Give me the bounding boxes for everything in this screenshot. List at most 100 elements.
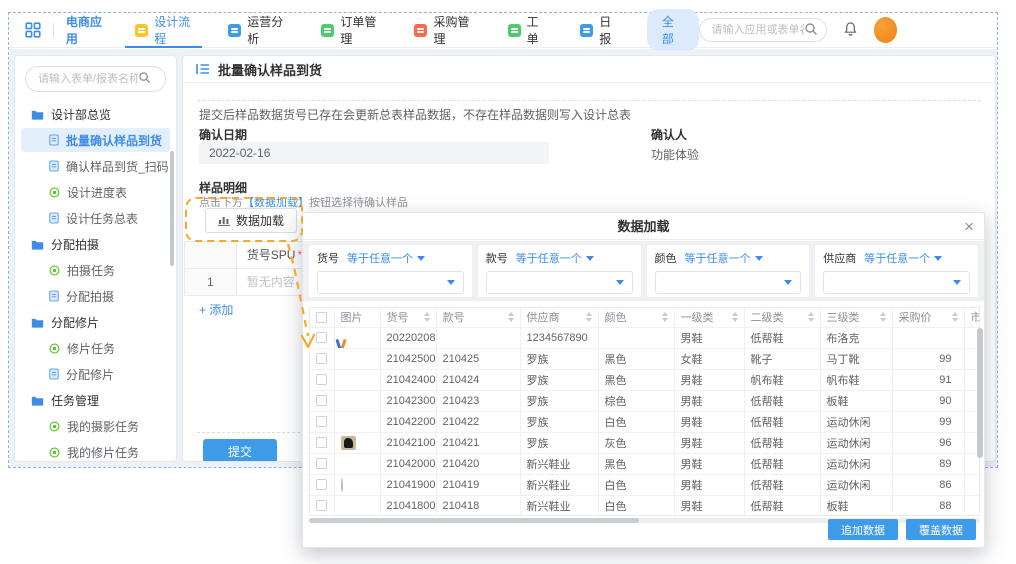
table-row[interactable]: 210421001210421罗族灰色男鞋低帮鞋运动休闲96 [310, 432, 980, 453]
apps-grid-icon[interactable] [25, 22, 41, 38]
row-checkbox[interactable] [316, 353, 327, 364]
sort-icon[interactable] [952, 312, 958, 322]
row-checkbox[interactable] [316, 479, 327, 490]
tab-design-process[interactable]: 设计流程 [135, 13, 192, 48]
sidebar-search[interactable] [25, 66, 166, 92]
sort-icon[interactable] [732, 312, 738, 322]
sidebar-item-design-task-summary[interactable]: 设计任务总表 [21, 206, 170, 230]
column-header-huohao[interactable]: 货号 [380, 308, 436, 327]
close-icon[interactable]: × [964, 215, 974, 239]
sidebar-item-design-dept-overview[interactable]: 设计部总览 [21, 102, 170, 126]
row-checkbox[interactable] [316, 437, 327, 448]
product-table: 图片 货号 款号 供应商 颜色 一级类 二级类 三级类 采购价 市场价 2022… [309, 307, 980, 516]
chevron-down-icon [586, 256, 594, 261]
sort-icon[interactable] [508, 312, 514, 322]
append-data-button[interactable]: 追加数据 [828, 519, 898, 540]
sidebar-item-assign-shooting[interactable]: 分配拍摄 [21, 232, 170, 256]
tab-label: 设计流程 [154, 13, 192, 47]
home-app-label[interactable]: 电商应用 [66, 13, 109, 47]
column-header-cat3[interactable]: 三级类 [820, 308, 892, 327]
select-all-checkbox[interactable] [316, 312, 327, 323]
search-icon[interactable] [804, 22, 818, 39]
topbar-search[interactable] [699, 18, 827, 42]
row-checkbox[interactable] [316, 332, 327, 343]
tab-label: 采购管理 [433, 13, 471, 47]
sidebar-item-assign-shooting-form[interactable]: 分配拍摄 [21, 284, 170, 308]
row-checkbox[interactable] [316, 500, 327, 511]
search-icon[interactable] [138, 71, 151, 87]
user-avatar[interactable] [874, 17, 897, 43]
tab-purchase-management[interactable]: 采购管理 [414, 13, 471, 48]
table-vertical-scrollbar[interactable] [977, 328, 983, 458]
topbar-search-input[interactable] [712, 24, 804, 36]
column-header-purchase-price[interactable]: 采购价 [892, 308, 964, 327]
filter-value-select[interactable] [823, 271, 970, 294]
sidebar-item-my-retouch-tasks[interactable]: 我的修片任务 [21, 440, 170, 462]
table-row[interactable]: 210425001210425罗族黑色女鞋靴子马丁靴99 [310, 348, 980, 369]
filter-value-select[interactable] [655, 271, 802, 294]
chevron-down-icon [616, 280, 624, 285]
sidebar-item-task-management[interactable]: 任务管理 [21, 388, 170, 412]
sidebar-item-retouch-task[interactable]: 修片任务 [21, 336, 170, 360]
add-row-link[interactable]: + 添加 [199, 301, 233, 318]
sidebar-item-confirm-sample-arrival-scan[interactable]: 确认样品到货_扫码 [21, 154, 170, 178]
table-row[interactable]: 210424001210424罗族黑色男鞋帆布鞋帆布鞋91 [310, 369, 980, 390]
column-header-kuanhao[interactable]: 款号 [436, 308, 520, 327]
table-row[interactable]: 210419001210419新兴鞋业白色男鞋低帮鞋运动休闲86 [310, 474, 980, 495]
sort-icon[interactable] [880, 312, 886, 322]
sort-icon[interactable] [662, 312, 668, 322]
sidebar-item-assign-retouch[interactable]: 分配修片 [21, 310, 170, 334]
table-row[interactable]: 202202080011234567890男鞋低帮鞋布洛克 [310, 327, 980, 348]
notification-bell-icon[interactable] [843, 21, 858, 40]
column-header-color[interactable]: 颜色 [598, 308, 674, 327]
table-row[interactable]: 210422001210422罗族白色男鞋低帮鞋运动休闲99 [310, 411, 980, 432]
column-header-cat2[interactable]: 二级类 [744, 308, 820, 327]
mini-table-index-header [185, 242, 237, 269]
sidebar-item-shooting-task[interactable]: 拍摄任务 [21, 258, 170, 282]
tab-label: 日报 [599, 13, 617, 47]
sidebar-search-input[interactable] [38, 73, 138, 85]
tab-label: 运营分析 [247, 13, 285, 47]
sidebar-scrollbar[interactable] [170, 151, 174, 266]
overwrite-data-button[interactable]: 覆盖数据 [906, 519, 976, 540]
tab-order-management[interactable]: 订单管理 [321, 13, 378, 48]
filter-value-select[interactable] [317, 271, 464, 294]
all-apps-badge[interactable]: 全部 [647, 9, 699, 51]
submit-button[interactable]: 提交 [203, 439, 277, 462]
row-checkbox[interactable] [316, 395, 327, 406]
column-header-market-price[interactable]: 市场价 [964, 308, 980, 327]
tab-operations-analysis[interactable]: 运营分析 [228, 13, 285, 48]
filter-operator-label: 等于任意一个 [864, 250, 930, 266]
sidebar-item-batch-confirm-sample-arrival[interactable]: 批量确认样品到货 [21, 128, 170, 152]
filter-operator-dropdown[interactable]: 等于任意一个 [516, 250, 594, 266]
sidebar-item-label: 设计部总览 [51, 106, 111, 123]
row-checkbox[interactable] [316, 458, 327, 469]
table-row[interactable]: 210418001210418新兴鞋业白色男鞋低帮鞋板鞋88 [310, 495, 980, 516]
data-load-button[interactable]: 数据加载 [205, 208, 297, 233]
sidebar-item-design-progress-table[interactable]: 设计进度表 [21, 180, 170, 204]
table-row[interactable]: 210423001210423罗族棕色男鞋低帮鞋板鞋90 [310, 390, 980, 411]
row-checkbox[interactable] [316, 416, 327, 427]
collapse-menu-icon[interactable] [196, 63, 210, 75]
app-tabs: 设计流程 运营分析 订单管理 采购管理 工单 日报 [135, 13, 617, 48]
row-checkbox[interactable] [316, 374, 327, 385]
column-header-cat1[interactable]: 一级类 [674, 308, 744, 327]
tab-daily-report[interactable]: 日报 [580, 13, 617, 48]
sidebar-item-assign-retouch-form[interactable]: 分配修片 [21, 362, 170, 386]
product-image [341, 478, 343, 492]
sort-icon[interactable] [808, 312, 814, 322]
filter-operator-dropdown[interactable]: 等于任意一个 [685, 250, 763, 266]
filter-operator-dropdown[interactable]: 等于任意一个 [864, 250, 942, 266]
sort-icon[interactable] [586, 312, 592, 322]
filter-label: 颜色 [655, 250, 677, 266]
tab-work-order[interactable]: 工单 [508, 13, 545, 48]
sidebar-item-my-photography-tasks[interactable]: 我的摄影任务 [21, 414, 170, 438]
sidebar-item-label: 设计进度表 [67, 184, 127, 201]
filter-operator-dropdown[interactable]: 等于任意一个 [347, 250, 425, 266]
column-header-supplier[interactable]: 供应商 [520, 308, 598, 327]
filter-value-select[interactable] [486, 271, 633, 294]
chevron-down-icon [755, 256, 763, 261]
table-row[interactable]: 210420001210420新兴鞋业黑色男鞋低帮鞋运动休闲89 [310, 453, 980, 474]
confirm-date-field[interactable]: 2022-02-16 [199, 142, 549, 164]
sort-icon[interactable] [424, 312, 430, 322]
